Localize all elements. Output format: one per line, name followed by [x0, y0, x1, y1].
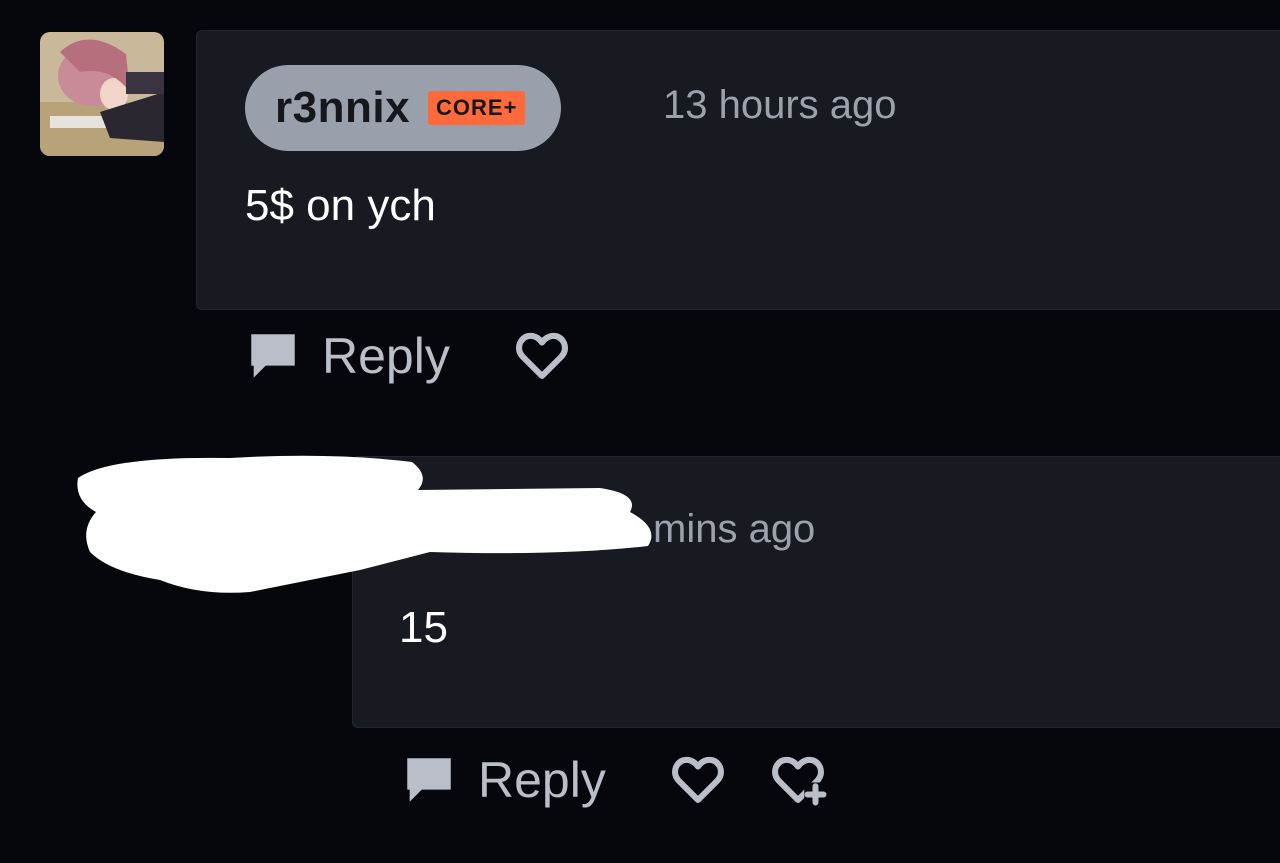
reply-button[interactable]: Reply — [244, 327, 450, 385]
reply-label: Reply — [322, 328, 450, 384]
comment-thread: r3nnix CORE+ 13 hours ago 5$ on ych Repl… — [0, 0, 1280, 863]
avatar[interactable] — [40, 32, 164, 156]
comment-card: r3nnix CORE+ 13 hours ago 5$ on ych — [196, 30, 1280, 310]
comment-card: mins ago 15 — [352, 456, 1280, 728]
core-plus-badge: CORE+ — [428, 91, 526, 125]
avatar-image — [40, 32, 164, 156]
heart-outline-icon — [671, 756, 724, 803]
like-button[interactable] — [512, 326, 572, 386]
comment-actions: Reply — [400, 750, 828, 810]
comment-body: 5$ on ych — [245, 181, 436, 230]
speech-bubble-icon — [407, 758, 451, 802]
user-pill[interactable]: r3nnix CORE+ — [245, 65, 562, 151]
username[interactable]: r3nnix — [275, 83, 410, 133]
speech-bubble-icon — [251, 334, 295, 378]
heart-plus-icon — [771, 756, 827, 806]
heart-outline-icon — [515, 332, 568, 379]
comment-timestamp: 13 hours ago — [663, 83, 897, 127]
react-button[interactable] — [768, 750, 828, 810]
reply-label: Reply — [478, 752, 606, 808]
comment-timestamp: mins ago — [653, 507, 816, 551]
like-button[interactable] — [668, 750, 728, 810]
comment-actions: Reply — [244, 326, 572, 386]
reply-button[interactable]: Reply — [400, 751, 606, 809]
comment-body: 15 — [399, 603, 448, 652]
